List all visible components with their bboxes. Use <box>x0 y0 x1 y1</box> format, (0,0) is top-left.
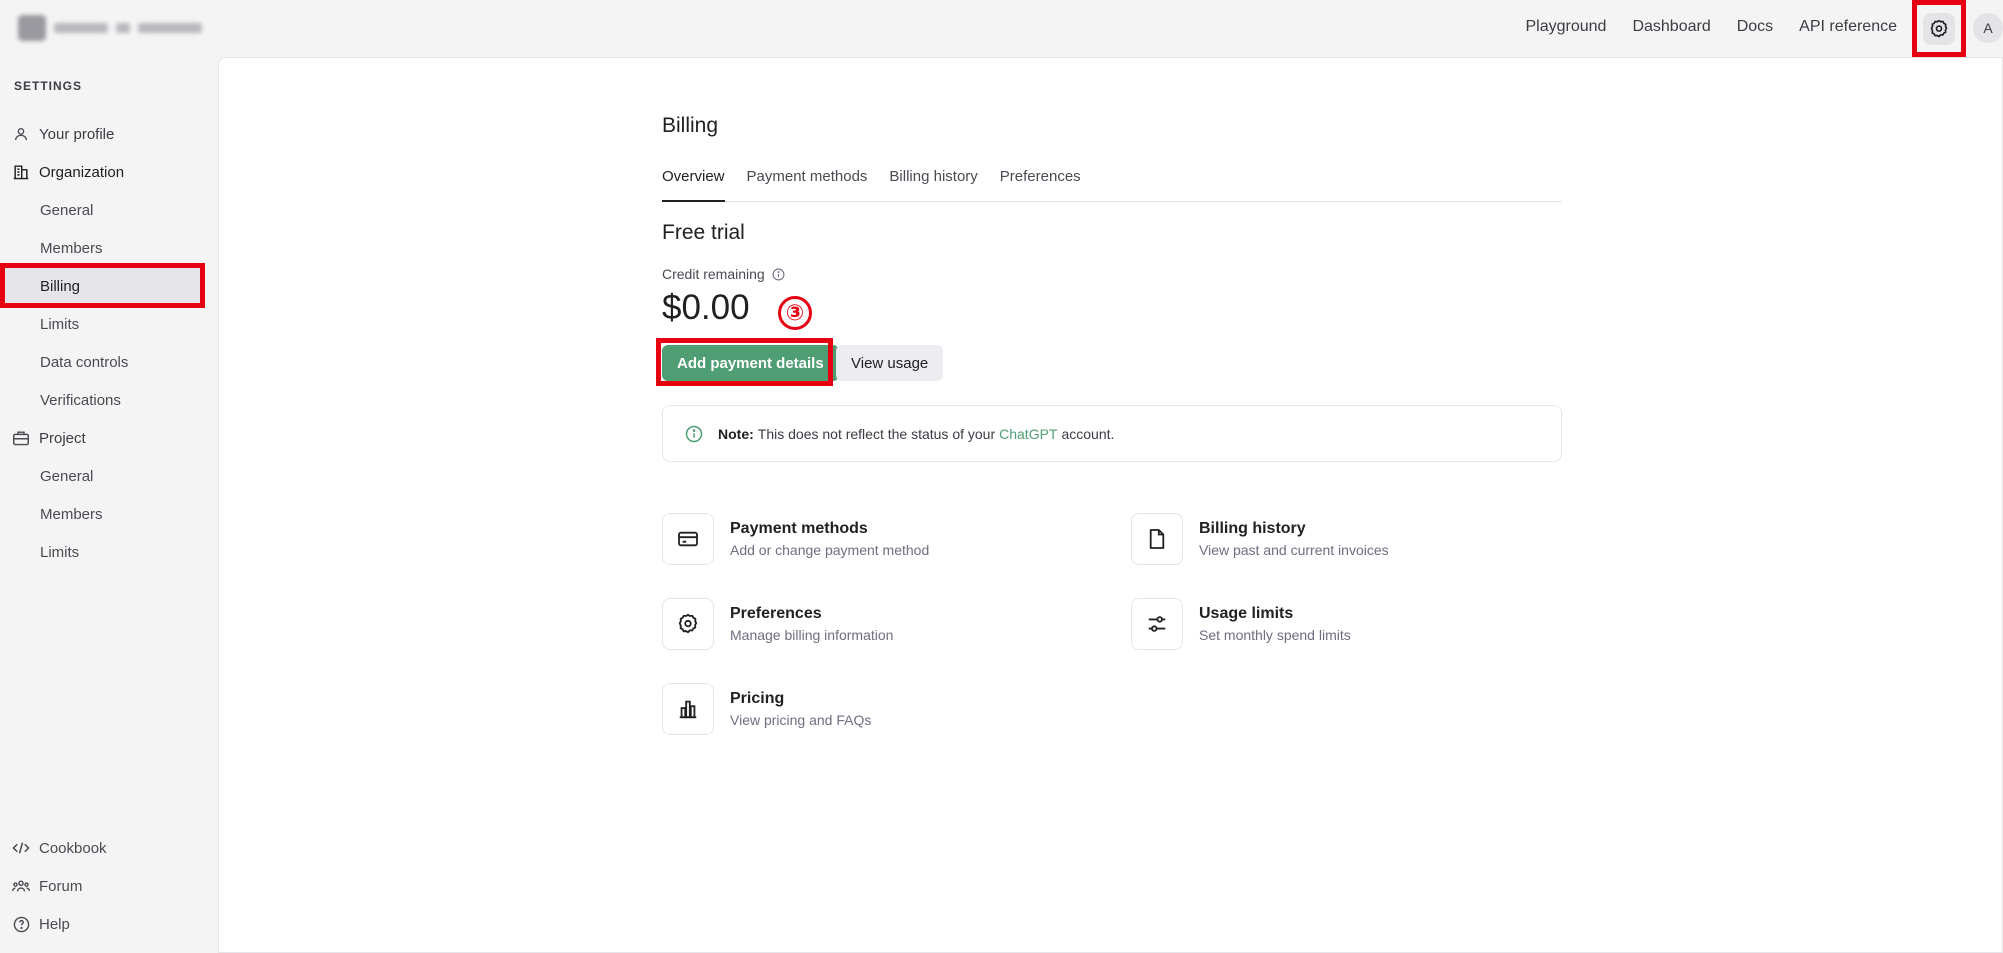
sidebar-item-help[interactable]: Help <box>12 909 70 939</box>
plan-title: Free trial <box>662 221 745 244</box>
view-usage-button[interactable]: View usage <box>836 345 944 381</box>
sidebar-item-project[interactable]: Project <box>0 419 202 457</box>
info-icon[interactable] <box>772 268 785 281</box>
annotation-marker-3: ③ <box>778 296 812 330</box>
nav-playground[interactable]: Playground <box>1525 18 1606 36</box>
bar-chart-icon <box>662 683 714 735</box>
card-subtitle: Add or change payment method <box>730 542 930 558</box>
sidebar-item-label: Cookbook <box>39 839 107 857</box>
nav-docs[interactable]: Docs <box>1737 18 1773 36</box>
organization-switcher[interactable] <box>18 15 218 41</box>
gear-icon <box>662 598 714 650</box>
annotation-box-add-payment <box>656 338 833 386</box>
project-name-blurred <box>138 23 202 33</box>
card-title: Preferences <box>730 605 822 622</box>
sidebar-item-cookbook[interactable]: Cookbook <box>12 833 107 863</box>
card-preferences[interactable]: Preferences Manage billing information <box>662 597 1082 651</box>
sidebar-item-forum[interactable]: Forum <box>12 871 82 901</box>
sidebar-item-label: Organization <box>39 163 125 181</box>
card-subtitle: View past and current invoices <box>1199 542 1389 558</box>
card-title: Pricing <box>730 690 785 707</box>
top-bar: Playground Dashboard Docs API reference … <box>0 0 2003 57</box>
sliders-icon <box>1131 598 1183 650</box>
sidebar-item-org-general[interactable]: General <box>0 191 202 229</box>
sidebar-item-your-profile[interactable]: Your profile <box>0 115 202 153</box>
card-pricing[interactable]: Pricing View pricing and FAQs <box>662 682 1082 736</box>
card-subtitle: View pricing and FAQs <box>730 712 872 728</box>
credit-label-text: Credit remaining <box>662 266 765 282</box>
nav-dashboard[interactable]: Dashboard <box>1632 18 1710 36</box>
info-circle-icon <box>685 425 703 443</box>
sidebar: SETTINGS Your profile Organization Gener… <box>0 57 218 953</box>
note-text: This does not reflect the status of your <box>757 425 996 442</box>
billing-tabs: Overview Payment methods Billing history… <box>662 162 1562 202</box>
sidebar-item-label: Your profile <box>39 125 115 143</box>
tab-overview[interactable]: Overview <box>662 162 725 202</box>
org-name-blurred <box>54 23 108 33</box>
user-icon <box>12 125 30 143</box>
card-subtitle: Set monthly spend limits <box>1199 627 1351 643</box>
document-icon <box>1131 513 1183 565</box>
card-usage-limits[interactable]: Usage limits Set monthly spend limits <box>1131 597 1551 651</box>
annotation-box-billing <box>0 263 205 308</box>
nav-api-reference[interactable]: API reference <box>1799 18 1897 36</box>
sidebar-item-label: Help <box>39 915 70 933</box>
sidebar-item-project-limits[interactable]: Limits <box>0 533 202 571</box>
org-logo-blurred <box>18 15 46 41</box>
annotation-box-settings <box>1912 0 1966 57</box>
tab-billing-history[interactable]: Billing history <box>889 162 977 202</box>
sidebar-title: SETTINGS <box>14 79 83 93</box>
card-billing-history[interactable]: Billing history View past and current in… <box>1131 512 1551 566</box>
sidebar-item-label: Forum <box>39 877 83 895</box>
code-icon <box>12 839 30 857</box>
tab-preferences[interactable]: Preferences <box>1000 162 1081 202</box>
main-panel: Billing Overview Payment methods Billing… <box>218 57 2003 953</box>
briefcase-icon <box>12 429 30 447</box>
card-payment-methods[interactable]: Payment methods Add or change payment me… <box>662 512 1082 566</box>
sidebar-item-org-members[interactable]: Members <box>0 229 202 267</box>
sidebar-item-organization[interactable]: Organization <box>0 153 202 191</box>
card-title: Usage limits <box>1199 605 1294 622</box>
credit-label: Credit remaining <box>662 266 785 282</box>
sidebar-item-verifications[interactable]: Verifications <box>0 381 202 419</box>
note-banner: Note: This does not reflect the status o… <box>662 405 1562 462</box>
sidebar-item-project-general[interactable]: General <box>0 457 202 495</box>
note-text-end: account. <box>1061 425 1115 442</box>
separator-blurred <box>116 23 130 33</box>
building-icon <box>12 163 30 181</box>
sidebar-item-data-controls[interactable]: Data controls <box>0 343 202 381</box>
sidebar-item-label: Project <box>39 429 86 447</box>
card-title: Payment methods <box>730 520 868 537</box>
people-icon <box>12 877 30 895</box>
sidebar-item-org-limits[interactable]: Limits <box>0 305 202 343</box>
note-label: Note: <box>718 425 754 442</box>
top-navigation: Playground Dashboard Docs API reference <box>1525 18 1897 36</box>
avatar[interactable]: A <box>1973 13 2003 43</box>
sidebar-item-project-members[interactable]: Members <box>0 495 202 533</box>
help-icon <box>12 915 30 933</box>
card-title: Billing history <box>1199 520 1306 537</box>
page-title: Billing <box>662 114 719 137</box>
credit-value: $0.00 <box>662 288 750 327</box>
card-subtitle: Manage billing information <box>730 627 894 643</box>
chatgpt-link[interactable]: ChatGPT <box>999 426 1057 442</box>
tab-payment-methods[interactable]: Payment methods <box>747 162 868 202</box>
credit-card-icon <box>662 513 714 565</box>
